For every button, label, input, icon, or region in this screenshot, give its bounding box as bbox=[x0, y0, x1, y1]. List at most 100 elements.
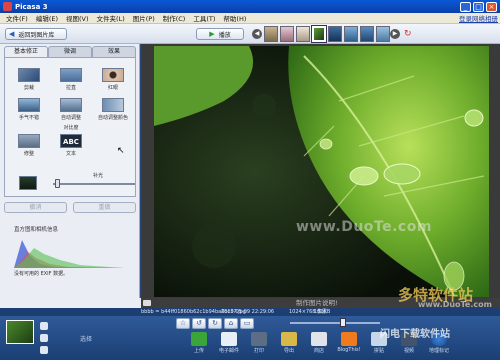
lucky-label: 手气不错 bbox=[18, 115, 39, 121]
close-button[interactable]: × bbox=[486, 1, 497, 12]
export-label: 导出 bbox=[283, 348, 294, 354]
save-icon[interactable]: ▭ bbox=[240, 318, 254, 329]
histogram-chart bbox=[14, 240, 124, 268]
fill-light-slider-thumb[interactable] bbox=[55, 179, 60, 188]
email-button[interactable]: 电子邮件 bbox=[216, 332, 242, 354]
auto-contrast-tool[interactable]: 自动调整 bbox=[53, 98, 89, 121]
redo-button[interactable]: 重做 bbox=[73, 202, 136, 213]
menu-help[interactable]: 帮助(H) bbox=[219, 13, 250, 23]
star-icon[interactable]: ☆ bbox=[176, 318, 190, 329]
filmstrip-thumb[interactable] bbox=[280, 26, 294, 42]
back-to-library-label: 返回到图片库 bbox=[18, 31, 55, 39]
print-button[interactable]: 打印 bbox=[246, 332, 272, 354]
photo-caption[interactable]: 制作图片说明! bbox=[296, 298, 338, 308]
contrast-label: 对比度 bbox=[63, 125, 79, 131]
redeye-icon bbox=[102, 68, 124, 82]
upload-button[interactable]: 上传 bbox=[186, 332, 212, 354]
straighten-label: 拉直 bbox=[65, 85, 76, 91]
rotate-left-icon[interactable]: ↺ bbox=[192, 318, 206, 329]
rotate-icon[interactable]: ↻ bbox=[404, 29, 416, 39]
tab-tuning[interactable]: 微调 bbox=[48, 46, 92, 57]
water-drop bbox=[383, 163, 421, 185]
zoom-slider-track[interactable] bbox=[290, 322, 380, 324]
minimize-button[interactable]: _ bbox=[460, 1, 471, 12]
menu-create[interactable]: 制作(C) bbox=[159, 13, 190, 23]
histogram-title: 直方图和相机信息 bbox=[14, 227, 59, 233]
play-slideshow-button[interactable]: ▶ 播放 bbox=[196, 28, 244, 40]
text-label: 文本 bbox=[65, 151, 76, 157]
tray-thumbnail[interactable] bbox=[6, 320, 34, 344]
picasa-app-icon bbox=[3, 2, 12, 11]
hold-icon[interactable] bbox=[40, 322, 48, 330]
play-label: 播放 bbox=[218, 31, 231, 39]
undo-button[interactable]: 撤消 bbox=[4, 202, 67, 213]
signin-link[interactable]: 登录网络相册 bbox=[459, 13, 498, 23]
fill-light-label: 补光 bbox=[93, 173, 104, 179]
menu-tools[interactable]: 工具(T) bbox=[189, 13, 219, 23]
tab-basic-fixes[interactable]: 基本修正 bbox=[4, 46, 48, 57]
zoom-slider-thumb[interactable] bbox=[340, 318, 346, 327]
toolbar: ◀ 返回到图片库 ▶ 播放 ◀ ▶ ↻ bbox=[0, 24, 500, 44]
filmstrip bbox=[264, 25, 390, 43]
next-photo-icon[interactable]: ▶ bbox=[390, 29, 400, 39]
filmstrip-thumb[interactable] bbox=[344, 26, 358, 42]
previous-photo-icon[interactable]: ◀ bbox=[252, 29, 262, 39]
straighten-tool[interactable]: 拉直 bbox=[53, 68, 89, 91]
bottom-watermark: 闪电下载软件站 bbox=[380, 329, 450, 340]
crop-icon bbox=[18, 68, 40, 82]
filmstrip-thumb[interactable] bbox=[328, 26, 342, 42]
back-to-library-button[interactable]: ◀ 返回到图片库 bbox=[5, 28, 67, 40]
clear-tray-icon[interactable] bbox=[40, 334, 48, 342]
contrast-caption: 对比度 bbox=[53, 124, 89, 131]
print-label: 打印 bbox=[253, 348, 264, 354]
panel-footer bbox=[0, 298, 141, 308]
redeye-tool[interactable]: 红眼 bbox=[95, 68, 131, 91]
rotate-right-icon[interactable]: ↻ bbox=[208, 318, 222, 329]
add-to-album-icon[interactable] bbox=[40, 346, 48, 354]
text-icon: ABC bbox=[60, 134, 82, 148]
crop-tool[interactable]: 剪裁 bbox=[11, 68, 47, 91]
exif-note: 没有可用的 EXIF 数据。 bbox=[14, 271, 69, 277]
export-button[interactable]: 导出 bbox=[276, 332, 302, 354]
menu-edit[interactable]: 编辑(E) bbox=[32, 13, 62, 23]
movie-label: 视频 bbox=[403, 348, 414, 354]
redeye-label: 红眼 bbox=[107, 85, 118, 91]
menu-bar: 文件(F) 编辑(E) 视图(V) 文件夹(L) 图片(P) 制作(C) 工具(… bbox=[0, 13, 500, 24]
tray-status: 选择 bbox=[80, 336, 93, 343]
menu-view[interactable]: 视图(V) bbox=[62, 13, 93, 23]
photo-date: 2010-05-09 22:29:06 bbox=[221, 309, 275, 315]
lucky-tool[interactable]: 手气不错 bbox=[11, 98, 47, 121]
auto-color-tool[interactable]: 自动调整颜色 bbox=[89, 98, 137, 121]
retouch-tool[interactable]: 修整 bbox=[11, 134, 47, 157]
photo-info-bar: bbbb = b44ff01860b62c1b94ba6bc37.jpg 201… bbox=[0, 308, 500, 316]
back-arrow-icon: ◀ bbox=[9, 30, 15, 38]
tab-effects[interactable]: 效果 bbox=[92, 46, 136, 57]
text-tool[interactable]: ABC 文本 bbox=[53, 134, 89, 157]
filmstrip-thumb[interactable] bbox=[376, 26, 390, 42]
upload-label: 上传 bbox=[193, 348, 204, 354]
filmstrip-thumb[interactable] bbox=[296, 26, 310, 42]
leaf-photo bbox=[154, 46, 489, 297]
blogthis-button[interactable]: BlogThis! bbox=[336, 332, 362, 354]
photo-viewer: www.DuoTe.com bbox=[141, 44, 500, 298]
auto-contrast-label: 自动调整 bbox=[60, 115, 81, 121]
caption-toggle-icon[interactable] bbox=[143, 300, 151, 306]
maximize-button[interactable]: □ bbox=[473, 1, 484, 12]
site-watermark-url: www.DuoTe.com bbox=[418, 300, 492, 309]
fill-light-slider-track[interactable] bbox=[53, 183, 135, 185]
shop-icon bbox=[311, 332, 327, 346]
filmstrip-thumb-selected[interactable] bbox=[311, 25, 327, 43]
photo-size: 182KB bbox=[314, 309, 331, 315]
menu-picture[interactable]: 图片(P) bbox=[129, 13, 159, 23]
crop-label: 剪裁 bbox=[23, 85, 34, 91]
mouse-cursor-icon: ↖ bbox=[117, 146, 125, 156]
menu-file[interactable]: 文件(F) bbox=[2, 13, 32, 23]
menu-folder[interactable]: 文件夹(L) bbox=[93, 13, 129, 23]
filmstrip-thumb[interactable] bbox=[264, 26, 278, 42]
shop-button[interactable]: 商店 bbox=[306, 332, 332, 354]
main-photo[interactable]: www.DuoTe.com bbox=[154, 46, 489, 297]
edit-tabs: 基本修正 微调 效果 bbox=[4, 46, 136, 57]
tag-icon[interactable]: ⌂ bbox=[224, 318, 238, 329]
print-icon bbox=[251, 332, 267, 346]
filmstrip-thumb[interactable] bbox=[360, 26, 374, 42]
